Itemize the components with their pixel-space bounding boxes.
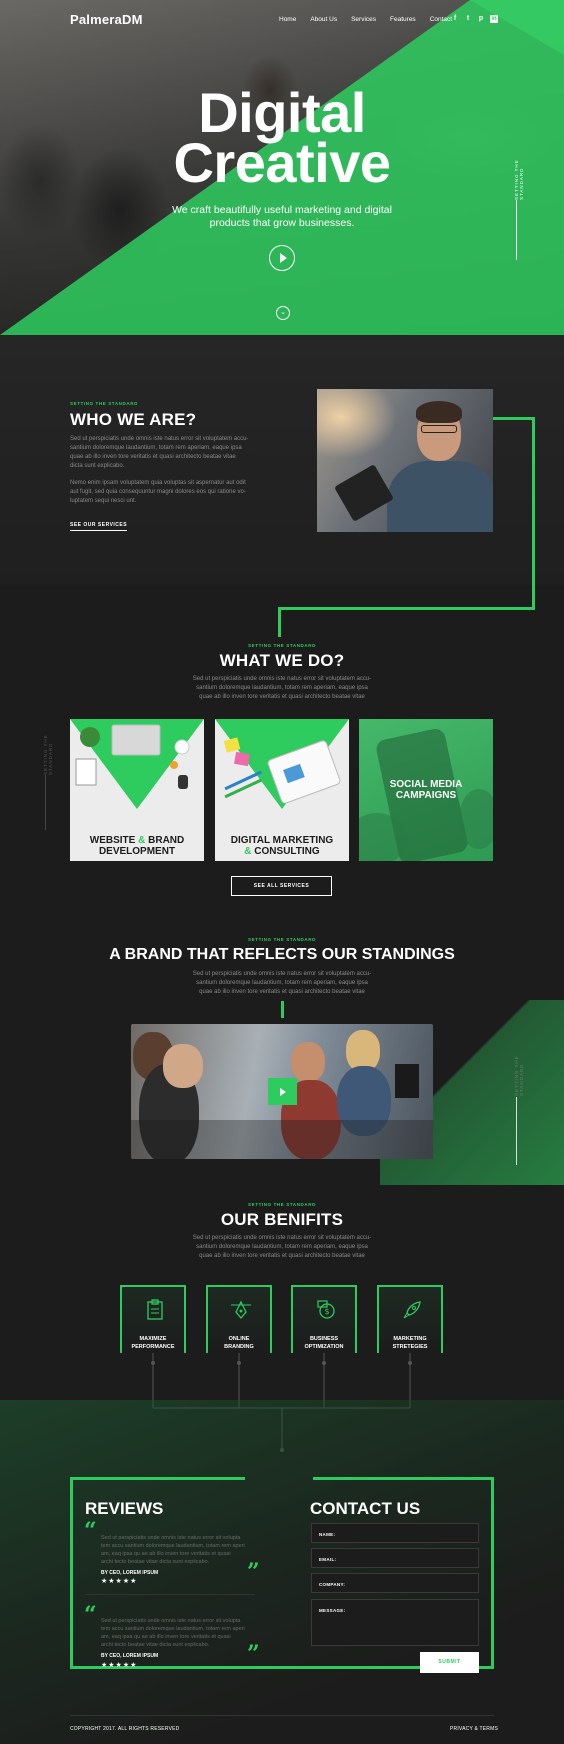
review-2-text: Sed ut perspiciatis unde omnis iste natu… [101,1618,245,1648]
card-2-label: DIGITAL MARKETING & CONSULTING [230,835,334,857]
company-field[interactable]: COMPANY: [311,1573,479,1593]
what-side-line [45,775,46,830]
review-2-stars: ★★★★★ [101,1662,138,1669]
hero-subtitle-line2: products that grow businesses. [209,217,355,229]
service-card-social[interactable]: SOCIAL MEDIA CAMPAIGNS [359,719,493,861]
submit-button[interactable]: SUBMIT [420,1652,479,1673]
contact-title: CONTACT US [310,1499,421,1518]
reviews-title: REVIEWS [85,1499,164,1518]
nav-link-features[interactable]: Features [390,16,416,23]
main-nav: Home About Us Services Features Contact [279,16,452,23]
twitter-icon[interactable]: t [464,15,472,23]
connector-line-v [278,607,281,637]
pinterest-icon[interactable]: p [477,15,485,23]
what-eyebrow: SETTING THE STANDARD [248,643,316,648]
message-field[interactable]: MESSAGE: [311,1599,479,1646]
card-3-label: SOCIAL MEDIA CAMPAIGNS [389,779,463,801]
frame-top-right [313,1477,494,1480]
site-logo[interactable]: PalmeraDM [70,12,143,27]
facebook-icon[interactable]: f [451,15,459,23]
benefits-paragraph: Sed ut perspiciatis unde omnis iste natu… [192,1235,372,1259]
hero-subtitle: We craft beautifully useful marketing an… [0,204,564,230]
linkedin-icon[interactable]: in [490,15,498,23]
review-1-author: BY CEO, LOREM IPSUM [101,1570,159,1576]
scroll-down-icon[interactable]: ⌄ [276,306,290,320]
see-our-services-link[interactable]: SEE OUR SERVICES [70,522,128,531]
nav-link-home[interactable]: Home [279,16,296,23]
money-gear-icon: $ [317,1300,335,1319]
clipboard-icon [147,1299,163,1320]
video-play-button[interactable] [268,1078,297,1105]
brand-eyebrow: SETTING THE STANDARD [248,937,316,942]
connector-line-h [278,607,535,610]
frame-top-left [70,1477,245,1480]
review-1-text: Sed ut perspiciatis unde omnis iste natu… [101,1535,245,1565]
benefits-eyebrow: SETTING THE STANDARD [248,1202,316,1207]
who-title: WHO WE ARE? [70,410,197,429]
who-paragraph-2: Nemo enim ipsam voluptatem quia voluptas… [70,480,246,504]
brand-side-line [516,1097,517,1165]
hero-title: Digital Creative [0,85,564,194]
hero-side-line [516,200,517,260]
brand-side-label: SETTING THE STANDARD [514,1055,524,1096]
review-divider [85,1594,255,1595]
who-paragraph-1: Sed ut perspiciatis unde omnis iste natu… [70,436,249,469]
benefit-online-branding: ONLINE BRANDING [206,1285,272,1353]
svg-text:$: $ [325,1307,330,1316]
review-2-author: BY CEO, LOREM IPSUM [101,1653,159,1659]
see-all-services-button[interactable]: SEE ALL SERVICES [231,876,332,896]
nav-link-services[interactable]: Services [351,16,376,23]
card-1-label: WEBSITE & BRAND DEVELOPMENT [89,835,185,857]
quote-open-icon: “ [84,1602,97,1628]
email-field[interactable]: EMAIL: [311,1548,479,1568]
nav-link-contact[interactable]: Contact [430,16,452,23]
benefits-title: OUR BENIFITS [220,1210,344,1229]
hero-side-label: SETTING THE STANDARD [514,159,524,200]
footer-copyright: COPYRIGHT 2017. ALL RIGHTS RESERVED [70,1726,180,1732]
quote-close-icon: ” [247,1559,260,1585]
benefit-business-optimization: $ BUSINESS OPTIMIZATION [291,1285,357,1353]
nav-link-about[interactable]: About Us [310,16,337,23]
what-side-label: SETTING THE STANDARD [43,734,53,775]
hero-subtitle-line1: We craft beautifully useful marketing an… [172,204,392,216]
rocket-icon [403,1301,421,1319]
service-card-marketing[interactable]: DIGITAL MARKETING & CONSULTING [215,719,349,861]
benefit-maximize-performance: MAXIMIZE PERFORMANCE [120,1285,186,1353]
privacy-terms-link[interactable]: PRIVACY & TERMS [450,1726,498,1732]
footer-divider [70,1715,494,1716]
quote-close-icon: ” [247,1641,260,1667]
who-eyebrow: SETTING THE STANDARD [70,401,138,406]
brand-title: A BRAND THAT REFLECTS OUR STANDINGS [109,946,455,963]
brand-paragraph: Sed ut perspiciatis unde omnis iste natu… [192,971,372,995]
who-photo [317,389,493,532]
hero-play-button[interactable] [269,245,295,271]
vector-pen-icon [231,1300,251,1320]
hero-title-line2: Creative [173,131,391,194]
review-1-stars: ★★★★★ [101,1578,138,1585]
brand-connector [281,1001,284,1018]
social-links: f t p in [451,15,498,23]
who-green-frame [487,417,535,610]
name-field[interactable]: NAME: [311,1523,479,1543]
what-paragraph: Sed ut perspiciatis unde omnis iste natu… [192,676,372,700]
benefit-marketing-strategies: MARKETING STRETEGIES [377,1285,443,1353]
what-title: WHAT WE DO? [219,651,345,670]
service-card-website[interactable]: WEBSITE & BRAND DEVELOPMENT [70,719,204,861]
quote-open-icon: “ [84,1518,97,1544]
